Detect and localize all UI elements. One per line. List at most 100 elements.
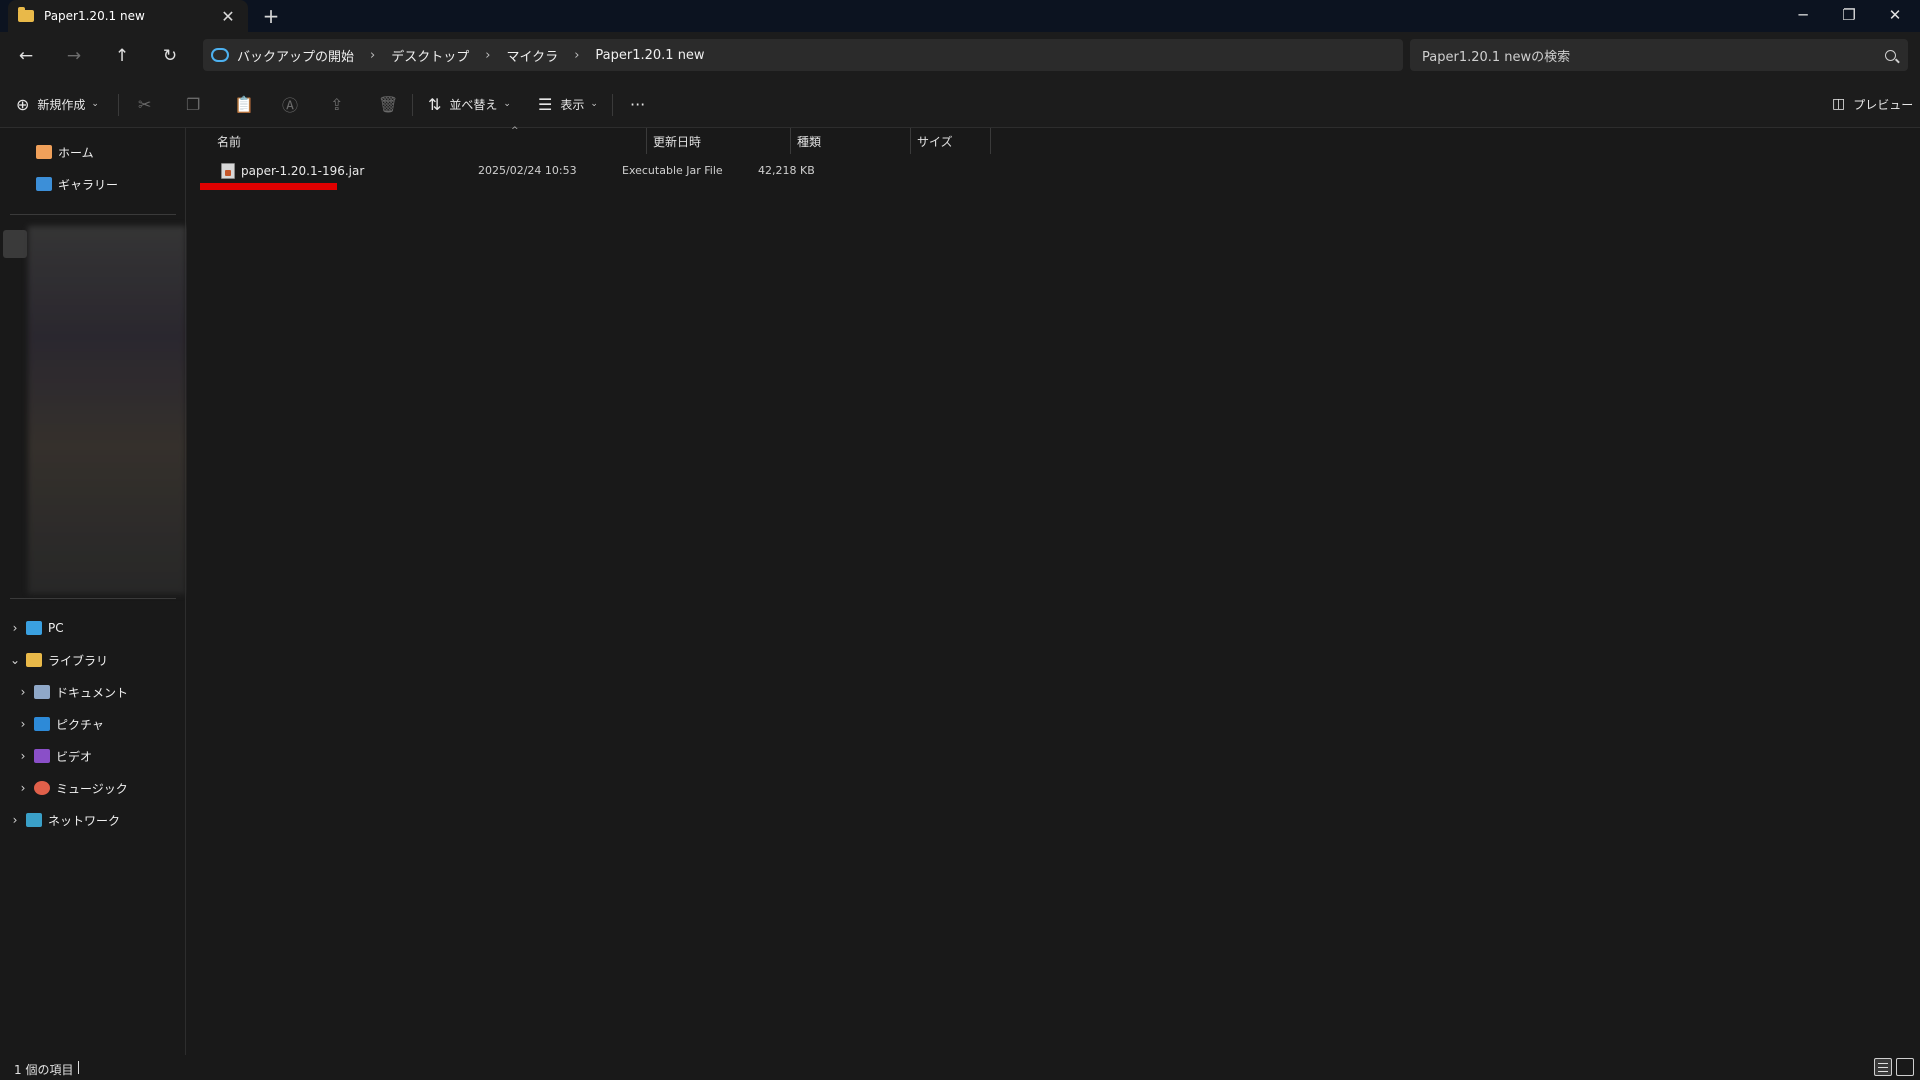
chevron-right-icon[interactable]: ›: [16, 781, 30, 795]
view-list-icon: ☰: [538, 94, 553, 114]
sort-button-label: 並べ替え: [449, 97, 498, 112]
breadcrumb-desktop[interactable]: デスクトップ: [391, 46, 469, 65]
preview-pane-icon: ◫: [1832, 96, 1846, 112]
view-button-label: 表示: [560, 97, 585, 112]
navigation-pane: ホーム ギャラリー › PC ⌄ ライブラリ › ドキュメント › ピクチャ ›…: [0, 128, 186, 1055]
column-header-name[interactable]: 名前 ^: [211, 126, 647, 154]
share-icon: ⇪: [330, 94, 344, 114]
more-options-button[interactable]: ···: [630, 92, 645, 116]
chevron-down-icon: ⌄: [503, 99, 511, 109]
chevron-right-icon[interactable]: ›: [485, 48, 490, 63]
copy-icon: ❐: [186, 94, 201, 114]
sidebar-item-music[interactable]: › ミュージック: [16, 776, 128, 800]
status-separator: [78, 1061, 79, 1074]
red-underline-annotation: [200, 183, 337, 190]
chevron-right-icon[interactable]: ›: [16, 717, 30, 731]
cloud-backup-icon: [211, 48, 229, 62]
sidebar-item-label: ネットワーク: [48, 813, 121, 828]
preview-button-label: プレビュー: [1853, 97, 1914, 112]
videos-icon: [34, 749, 50, 763]
command-bar: ⊕ 新規作成 ⌄ ✂ ❐ 📋 Ⓐ ⇪ 🗑 ⇅ 並べ替え ⌄ ☰ 表示 ⌄ ···…: [0, 80, 1920, 128]
new-button[interactable]: ⊕ 新規作成 ⌄: [16, 92, 99, 116]
title-bar: Paper1.20.1 new ✕ + ─ ❐ ✕: [0, 0, 1920, 32]
rename-icon: Ⓐ: [282, 96, 299, 115]
file-size: 42,218 KB: [758, 164, 815, 177]
sidebar-item-library[interactable]: ⌄ ライブラリ: [8, 648, 108, 672]
sidebar-divider: [10, 214, 176, 215]
sidebar-item-label: ビデオ: [56, 749, 93, 764]
add-circle-icon: ⊕: [16, 94, 30, 114]
sidebar-item-label: PC: [48, 621, 64, 635]
network-icon: [26, 813, 42, 827]
sidebar-item-label: ピクチャ: [56, 717, 104, 732]
folder-icon: [26, 653, 42, 667]
sort-button[interactable]: ⇅ 並べ替え ⌄: [428, 92, 511, 116]
sidebar-item-pictures[interactable]: › ピクチャ: [16, 712, 104, 736]
sidebar-item-gallery[interactable]: ギャラリー: [18, 172, 118, 196]
trash-icon: 🗑: [378, 94, 399, 114]
breadcrumb-backup[interactable]: バックアップの開始: [237, 46, 354, 65]
chevron-right-icon[interactable]: ›: [8, 621, 22, 635]
chevron-right-icon[interactable]: ›: [370, 48, 375, 63]
sidebar-item-label: ライブラリ: [48, 653, 109, 668]
minimize-button[interactable]: ─: [1780, 0, 1826, 32]
tab-title: Paper1.20.1 new: [44, 9, 145, 23]
chevron-right-icon[interactable]: ›: [16, 685, 30, 699]
breadcrumb-minecraft[interactable]: マイクラ: [506, 46, 558, 65]
sidebar-item-documents[interactable]: › ドキュメント: [16, 680, 128, 704]
documents-icon: [34, 685, 50, 699]
search-input[interactable]: Paper1.20.1 newの検索: [1422, 46, 1885, 65]
jar-file-icon: [221, 163, 235, 179]
status-bar: 1 個の項目: [0, 1055, 1920, 1080]
back-button[interactable]: ←: [10, 42, 42, 70]
cut-button[interactable]: ✂: [138, 92, 159, 116]
large-icons-view-icon[interactable]: [1896, 1058, 1914, 1076]
tab-close-icon[interactable]: ✕: [218, 7, 238, 26]
column-header-label: 名前: [217, 134, 242, 149]
column-header-label: 更新日時: [653, 134, 702, 149]
blurred-pinned-area: [28, 226, 186, 594]
tab-active[interactable]: Paper1.20.1 new ✕: [8, 0, 248, 32]
forward-button[interactable]: →: [58, 42, 90, 70]
search-icon[interactable]: [1885, 49, 1896, 61]
close-window-button[interactable]: ✕: [1872, 0, 1918, 32]
music-icon: [34, 781, 50, 795]
sidebar-selection: [3, 230, 27, 258]
breadcrumb-current-folder[interactable]: Paper1.20.1 new: [595, 48, 704, 63]
paste-button[interactable]: 📋: [234, 92, 262, 116]
view-button[interactable]: ☰ 表示 ⌄: [538, 92, 598, 116]
sidebar-item-network[interactable]: › ネットワーク: [8, 808, 120, 832]
gallery-icon: [36, 177, 52, 191]
address-bar[interactable]: バックアップの開始 › デスクトップ › マイクラ › Paper1.20.1 …: [203, 39, 1403, 71]
new-tab-button[interactable]: +: [258, 4, 284, 28]
search-box[interactable]: Paper1.20.1 newの検索: [1410, 39, 1908, 71]
column-header-size[interactable]: サイズ: [911, 128, 991, 154]
delete-button[interactable]: 🗑: [378, 92, 406, 116]
file-name[interactable]: paper-1.20.1-196.jar: [241, 164, 364, 178]
pc-icon: [26, 621, 42, 635]
preview-button[interactable]: ◫ プレビュー: [1832, 92, 1913, 116]
details-view-icon[interactable]: [1874, 1058, 1892, 1076]
copy-button[interactable]: ❐: [186, 92, 208, 116]
share-button[interactable]: ⇪: [330, 92, 351, 116]
sidebar-item-home[interactable]: ホーム: [18, 140, 94, 164]
chevron-down-icon[interactable]: ⌄: [8, 653, 22, 667]
column-header-modified[interactable]: 更新日時: [647, 128, 791, 154]
chevron-right-icon[interactable]: ›: [574, 48, 579, 63]
new-button-label: 新規作成: [37, 97, 86, 112]
sidebar-item-pc[interactable]: › PC: [8, 616, 64, 640]
chevron-right-icon[interactable]: ›: [16, 749, 30, 763]
up-button[interactable]: ↑: [106, 42, 138, 70]
refresh-button[interactable]: ↻: [154, 42, 186, 70]
restore-button[interactable]: ❐: [1826, 0, 1872, 32]
chevron-down-icon: ⌄: [91, 99, 99, 109]
column-header-type[interactable]: 種類: [791, 128, 911, 154]
sidebar-divider: [10, 598, 176, 599]
sidebar-item-label: ドキュメント: [56, 685, 129, 700]
file-list: 名前 ^ 更新日時 種類 サイズ paper-1.20.1-196.jar 20…: [187, 126, 1920, 1055]
sidebar-item-videos[interactable]: › ビデオ: [16, 744, 92, 768]
file-row[interactable]: paper-1.20.1-196.jar 2025/02/24 10:53 Ex…: [199, 160, 819, 182]
folder-icon: [18, 7, 34, 22]
rename-button[interactable]: Ⓐ: [282, 92, 306, 116]
chevron-right-icon[interactable]: ›: [8, 813, 22, 827]
